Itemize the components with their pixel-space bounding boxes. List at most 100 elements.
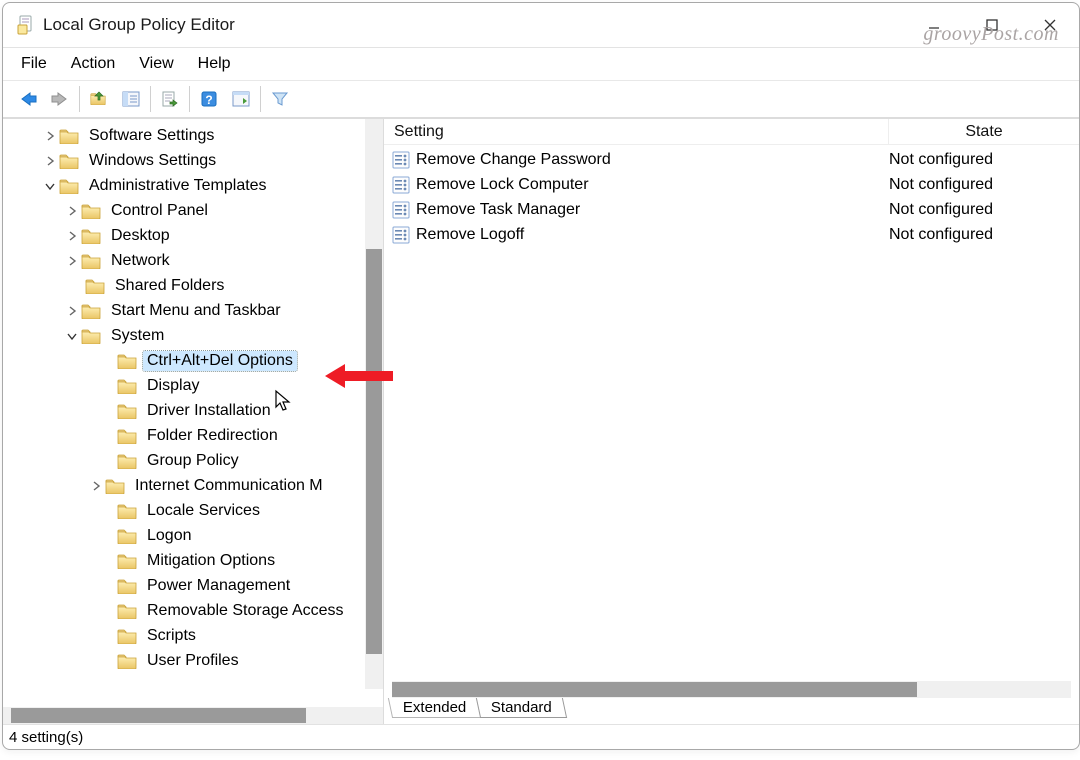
tree-horizontal-scrollbar[interactable] xyxy=(3,707,383,724)
list-item[interactable]: Remove Change PasswordNot configured xyxy=(384,147,1079,172)
tree-item-desktop[interactable]: Desktop xyxy=(5,223,383,248)
tree-label: Control Panel xyxy=(107,201,212,221)
tree-item-ctrl-alt-del[interactable]: Ctrl+Alt+Del Options xyxy=(5,348,383,373)
tree-label: Desktop xyxy=(107,226,174,246)
tree-label: Shared Folders xyxy=(111,276,228,296)
menu-file[interactable]: File xyxy=(21,55,47,73)
app-window: Local Group Policy Editor groovyPost.com… xyxy=(2,2,1080,750)
tree-label: Windows Settings xyxy=(85,151,220,171)
menu-view[interactable]: View xyxy=(139,55,173,73)
tree-pane: Software Settings Windows Settings Admin… xyxy=(3,118,384,724)
tree-label: Logon xyxy=(143,526,196,546)
tree-item-removable-storage[interactable]: Removable Storage Access xyxy=(5,598,383,623)
back-button[interactable] xyxy=(13,85,43,113)
content-area: Software Settings Windows Settings Admin… xyxy=(3,118,1079,724)
show-hide-tree-button[interactable] xyxy=(116,85,146,113)
forward-button[interactable] xyxy=(45,85,75,113)
folder-icon xyxy=(117,528,137,544)
setting-name: Remove Change Password xyxy=(416,151,885,169)
tree-item-internet-comm[interactable]: Internet Communication M xyxy=(5,473,383,498)
setting-state: Not configured xyxy=(885,201,1079,219)
tab-label: Extended xyxy=(403,699,466,716)
tree-label: System xyxy=(107,326,168,346)
column-header-setting[interactable]: Setting xyxy=(384,119,889,145)
tree-item-scripts[interactable]: Scripts xyxy=(5,623,383,648)
tree-item-start-menu[interactable]: Start Menu and Taskbar xyxy=(5,298,383,323)
tree-item-mitigation-options[interactable]: Mitigation Options xyxy=(5,548,383,573)
tab-extended[interactable]: Extended xyxy=(388,698,482,718)
tab-standard[interactable]: Standard xyxy=(476,698,567,718)
setting-state: Not configured xyxy=(885,226,1079,244)
chevron-right-icon[interactable] xyxy=(65,254,79,268)
tree-item-windows-settings[interactable]: Windows Settings xyxy=(5,148,383,173)
list-item[interactable]: Remove Task ManagerNot configured xyxy=(384,197,1079,222)
tree-label: Mitigation Options xyxy=(143,551,279,571)
tree-vertical-scrollbar[interactable] xyxy=(365,119,383,689)
tree-label: Power Management xyxy=(143,576,294,596)
setting-icon xyxy=(392,226,410,244)
setting-name: Remove Lock Computer xyxy=(416,176,885,194)
export-button[interactable] xyxy=(155,85,185,113)
folder-icon xyxy=(59,128,79,144)
chevron-right-icon[interactable] xyxy=(65,204,79,218)
setting-name: Remove Logoff xyxy=(416,226,885,244)
tree-item-shared-folders[interactable]: Shared Folders xyxy=(5,273,383,298)
list-horizontal-scrollbar[interactable] xyxy=(392,681,1071,698)
chevron-right-icon[interactable] xyxy=(65,304,79,318)
list-item[interactable]: Remove Lock ComputerNot configured xyxy=(384,172,1079,197)
folder-icon xyxy=(81,303,101,319)
folder-icon xyxy=(117,353,137,369)
tree-item-logon[interactable]: Logon xyxy=(5,523,383,548)
tree-item-driver-installation[interactable]: Driver Installation xyxy=(5,398,383,423)
chevron-down-icon[interactable] xyxy=(65,329,79,343)
minimize-button[interactable] xyxy=(905,3,963,47)
options-button[interactable] xyxy=(226,85,256,113)
setting-state: Not configured xyxy=(885,151,1079,169)
folder-icon xyxy=(117,603,137,619)
help-button[interactable]: ? xyxy=(194,85,224,113)
window-controls xyxy=(905,3,1079,47)
chevron-right-icon[interactable] xyxy=(89,479,103,493)
tree-label: Display xyxy=(143,376,203,396)
chevron-right-icon[interactable] xyxy=(43,154,57,168)
folder-icon xyxy=(81,203,101,219)
tree-label: Administrative Templates xyxy=(85,176,271,196)
settings-list[interactable]: Remove Change PasswordNot configured Rem… xyxy=(384,145,1079,681)
tree-item-group-policy[interactable]: Group Policy xyxy=(5,448,383,473)
tree-item-locale-services[interactable]: Locale Services xyxy=(5,498,383,523)
chevron-down-icon[interactable] xyxy=(43,179,57,193)
tree-item-user-profiles[interactable]: User Profiles xyxy=(5,648,383,673)
close-button[interactable] xyxy=(1021,3,1079,47)
tree-label: Driver Installation xyxy=(143,401,275,421)
titlebar: Local Group Policy Editor xyxy=(3,3,1079,48)
menu-help[interactable]: Help xyxy=(198,55,231,73)
navigation-tree[interactable]: Software Settings Windows Settings Admin… xyxy=(3,123,383,673)
list-header: Setting State xyxy=(384,119,1079,145)
statusbar: 4 setting(s) xyxy=(3,724,1079,749)
filter-button[interactable] xyxy=(265,85,295,113)
tree-item-network[interactable]: Network xyxy=(5,248,383,273)
folder-icon xyxy=(81,228,101,244)
tree-item-admin-templates[interactable]: Administrative Templates xyxy=(5,173,383,198)
folder-icon xyxy=(117,428,137,444)
up-button[interactable] xyxy=(84,85,114,113)
chevron-right-icon[interactable] xyxy=(65,229,79,243)
tree-label: Software Settings xyxy=(85,126,218,146)
maximize-button[interactable] xyxy=(963,3,1021,47)
tree-item-control-panel[interactable]: Control Panel xyxy=(5,198,383,223)
tree-item-power-management[interactable]: Power Management xyxy=(5,573,383,598)
tree-item-display[interactable]: Display xyxy=(5,373,383,398)
menu-action[interactable]: Action xyxy=(71,55,115,73)
tree-label: Locale Services xyxy=(143,501,264,521)
tree-label: Group Policy xyxy=(143,451,243,471)
folder-icon xyxy=(117,378,137,394)
tree-item-system[interactable]: System xyxy=(5,323,383,348)
tree-label: Start Menu and Taskbar xyxy=(107,301,285,321)
column-header-state[interactable]: State xyxy=(889,119,1079,145)
setting-icon xyxy=(392,201,410,219)
tree-item-folder-redirection[interactable]: Folder Redirection xyxy=(5,423,383,448)
chevron-right-icon[interactable] xyxy=(43,129,57,143)
list-item[interactable]: Remove LogoffNot configured xyxy=(384,222,1079,247)
tree-item-software-settings[interactable]: Software Settings xyxy=(5,123,383,148)
tree-label: Scripts xyxy=(143,626,200,646)
